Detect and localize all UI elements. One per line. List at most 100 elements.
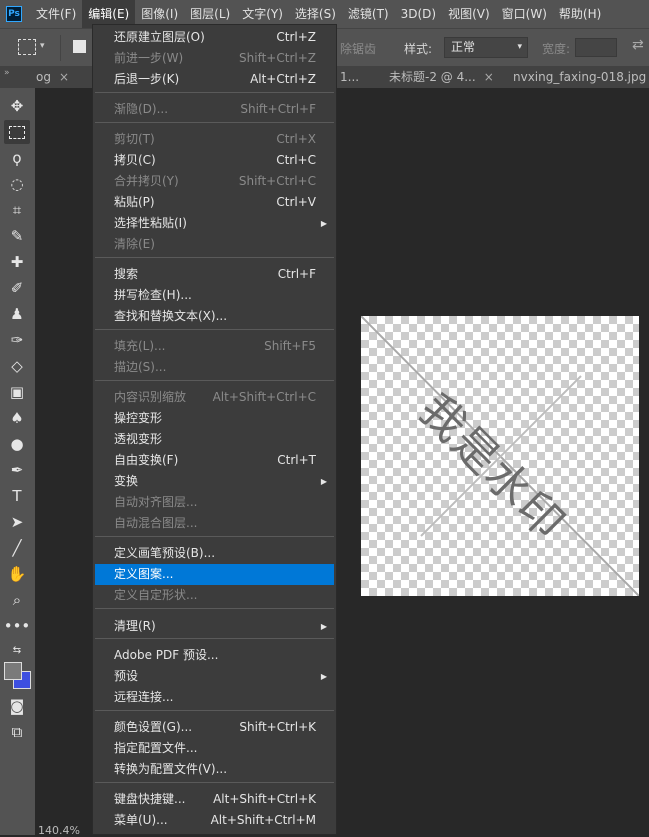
menu-view[interactable]: 视图(V) [442,0,496,28]
new-selection-icon[interactable] [73,40,86,53]
photoshop-logo-icon: Ps [6,6,22,22]
healing-brush-tool-icon[interactable]: ✚ [4,250,30,274]
gradient-tool-icon[interactable]: ▣ [4,380,30,404]
close-icon[interactable]: × [59,70,69,84]
quick-selection-tool-icon[interactable]: ◌ [4,172,30,196]
zoom-tool-icon[interactable]: ⌕ [4,588,30,612]
swap-colors-icon[interactable]: ⇆ [4,638,30,662]
menu-help[interactable]: 帮助(H) [553,0,607,28]
rectangular-marquee-tool-icon[interactable] [4,120,30,144]
menu-item-label: 菜单(U)... [114,813,168,827]
menu-item-shortcut: Ctrl+T [277,453,316,467]
collapse-panel-icon[interactable]: » [4,66,10,80]
tab-untitled-2[interactable]: 未标题-2 @ 4... × [389,66,494,88]
brush-tool-icon[interactable]: ✐ [4,276,30,300]
blur-tool-icon[interactable]: ♠ [4,406,30,430]
menu-copy-item[interactable]: 拷贝(C) Ctrl+C [95,150,334,171]
screen-mode-icon[interactable]: ⧉ [4,720,30,744]
menu-filter[interactable]: 滤镜(T) [342,0,395,28]
menu-item-label: 远程连接... [114,690,174,704]
menu-item-shortcut: Shift+Ctrl+Z [239,51,316,65]
tab-1[interactable]: 1... [340,66,359,88]
menu-define-brush-preset-item[interactable]: 定义画笔预设(B)... [95,543,334,564]
menu-separator [95,122,334,123]
menu-item-label: 自动对齐图层... [114,495,198,509]
chevron-down-icon[interactable]: ▾ [40,41,45,51]
type-tool-icon[interactable]: T [4,484,30,508]
menu-item-label: 描边(S)... [114,360,167,374]
menu-define-custom-shape-item[interactable]: 定义自定形状... [95,585,334,606]
menu-file[interactable]: 文件(F) [30,0,82,28]
clone-stamp-tool-icon[interactable]: ♟ [4,302,30,326]
menu-3d[interactable]: 3D(D) [395,0,442,28]
menu-separator [95,329,334,330]
menu-item-label: 内容识别缩放 [114,390,187,404]
menu-adobe-pdf-presets-item[interactable]: Adobe PDF 预设... [95,645,334,666]
eraser-tool-icon[interactable]: ◇ [4,354,30,378]
history-brush-tool-icon[interactable]: ✑ [4,328,30,352]
foreground-color-swatch[interactable] [4,662,22,680]
line-tool-icon[interactable]: ╱ [4,536,30,560]
zoom-level: 140.4% [38,824,80,837]
menu-keyboard-shortcuts-item[interactable]: 键盘快捷键... Alt+Shift+Ctrl+K [95,789,334,810]
path-selection-tool-icon[interactable]: ➤ [4,510,30,534]
menu-step-backward-item[interactable]: 后退一步(K) Alt+Ctrl+Z [95,69,334,90]
menu-color-settings-item[interactable]: 颜色设置(G)... Shift+Ctrl+K [95,717,334,738]
menu-check-spelling-item[interactable]: 拼写检查(H)... [95,285,334,306]
menu-find-replace-text-item[interactable]: 查找和替换文本(X)... [95,306,334,327]
menu-convert-to-profile-item[interactable]: 转换为配置文件(V)... [95,759,334,780]
menu-fade-item[interactable]: 渐隐(D)... Shift+Ctrl+F [95,99,334,120]
menu-transform-item[interactable]: 变换 ▶ [95,471,334,492]
style-select[interactable]: 正常 ▾ [444,37,528,58]
lasso-tool-icon[interactable]: ϙ [4,146,30,170]
menu-fill-item[interactable]: 填充(L)... Shift+F5 [95,336,334,357]
menu-puppet-warp-item[interactable]: 操控变形 [95,408,334,429]
menu-copy-merged-item[interactable]: 合并拷贝(Y) Shift+Ctrl+C [95,171,334,192]
hand-tool-icon[interactable]: ✋ [4,562,30,586]
menu-purge-item[interactable]: 清理(R) ▶ [95,616,334,637]
menu-undo-item[interactable]: 还原建立图层(O) Ctrl+Z [95,27,334,48]
menu-step-forward-item[interactable]: 前进一步(W) Shift+Ctrl+Z [95,48,334,69]
menu-item-label: 操控变形 [114,411,163,425]
menu-paste-item[interactable]: 粘贴(P) Ctrl+V [95,192,334,213]
menu-free-transform-item[interactable]: 自由变换(F) Ctrl+T [95,450,334,471]
menu-perspective-warp-item[interactable]: 透视变形 [95,429,334,450]
pen-tool-icon[interactable]: ✒ [4,458,30,482]
menu-define-pattern-item[interactable]: 定义图案... [95,564,334,585]
menu-content-aware-scale-item[interactable]: 内容识别缩放 Alt+Shift+Ctrl+C [95,387,334,408]
dodge-tool-icon[interactable]: ● [4,432,30,456]
quick-mask-icon[interactable]: ◙ [4,694,30,718]
menu-item-label: 变换 [114,474,139,488]
menu-paste-special-item[interactable]: 选择性粘贴(I) ▶ [95,213,334,234]
tab-label: nvxing_faxing-018.jpg [513,70,647,84]
close-icon[interactable]: × [484,70,494,84]
eyedropper-tool-icon[interactable]: ✎ [4,224,30,248]
menu-item-label: 透视变形 [114,432,163,446]
menu-presets-item[interactable]: 预设 ▶ [95,666,334,687]
tab-nvxing-faxing[interactable]: nvxing_faxing-018.jpg [513,66,646,88]
more-tools-icon[interactable]: ••• [4,614,31,638]
width-input[interactable] [575,38,617,57]
move-tool-icon[interactable]: ✥ [4,94,30,118]
menu-stroke-item[interactable]: 描边(S)... [95,357,334,378]
menu-menus-item[interactable]: 菜单(U)... Alt+Shift+Ctrl+M [95,810,334,831]
menu-clear-item[interactable]: 清除(E) [95,234,334,255]
tab-label: 未标题-2 @ 4... [389,70,476,84]
rectangle-marquee-preset-icon[interactable] [18,39,36,55]
menu-separator [95,257,334,258]
menu-search-item[interactable]: 搜索 Ctrl+F [95,264,334,285]
menu-item-label: 自动混合图层... [114,516,198,530]
menu-cut-item[interactable]: 剪切(T) Ctrl+X [95,129,334,150]
menu-item-shortcut: Alt+Shift+Ctrl+C [212,390,316,404]
menu-remote-connections-item[interactable]: 远程连接... [95,687,334,708]
menu-auto-blend-layers-item[interactable]: 自动混合图层... [95,513,334,534]
menu-window[interactable]: 窗口(W) [496,0,553,28]
menu-auto-align-layers-item[interactable]: 自动对齐图层... [95,492,334,513]
swap-arrows-icon[interactable]: ⇄ [632,37,644,53]
tab-og[interactable]: og × [36,66,69,88]
menu-item-label: 拷贝(C) [114,153,156,167]
document-canvas[interactable]: 我是水印 [361,316,639,596]
crop-tool-icon[interactable]: ⌗ [4,198,30,222]
menu-item-label: 合并拷贝(Y) [114,174,179,188]
menu-assign-profile-item[interactable]: 指定配置文件... [95,738,334,759]
